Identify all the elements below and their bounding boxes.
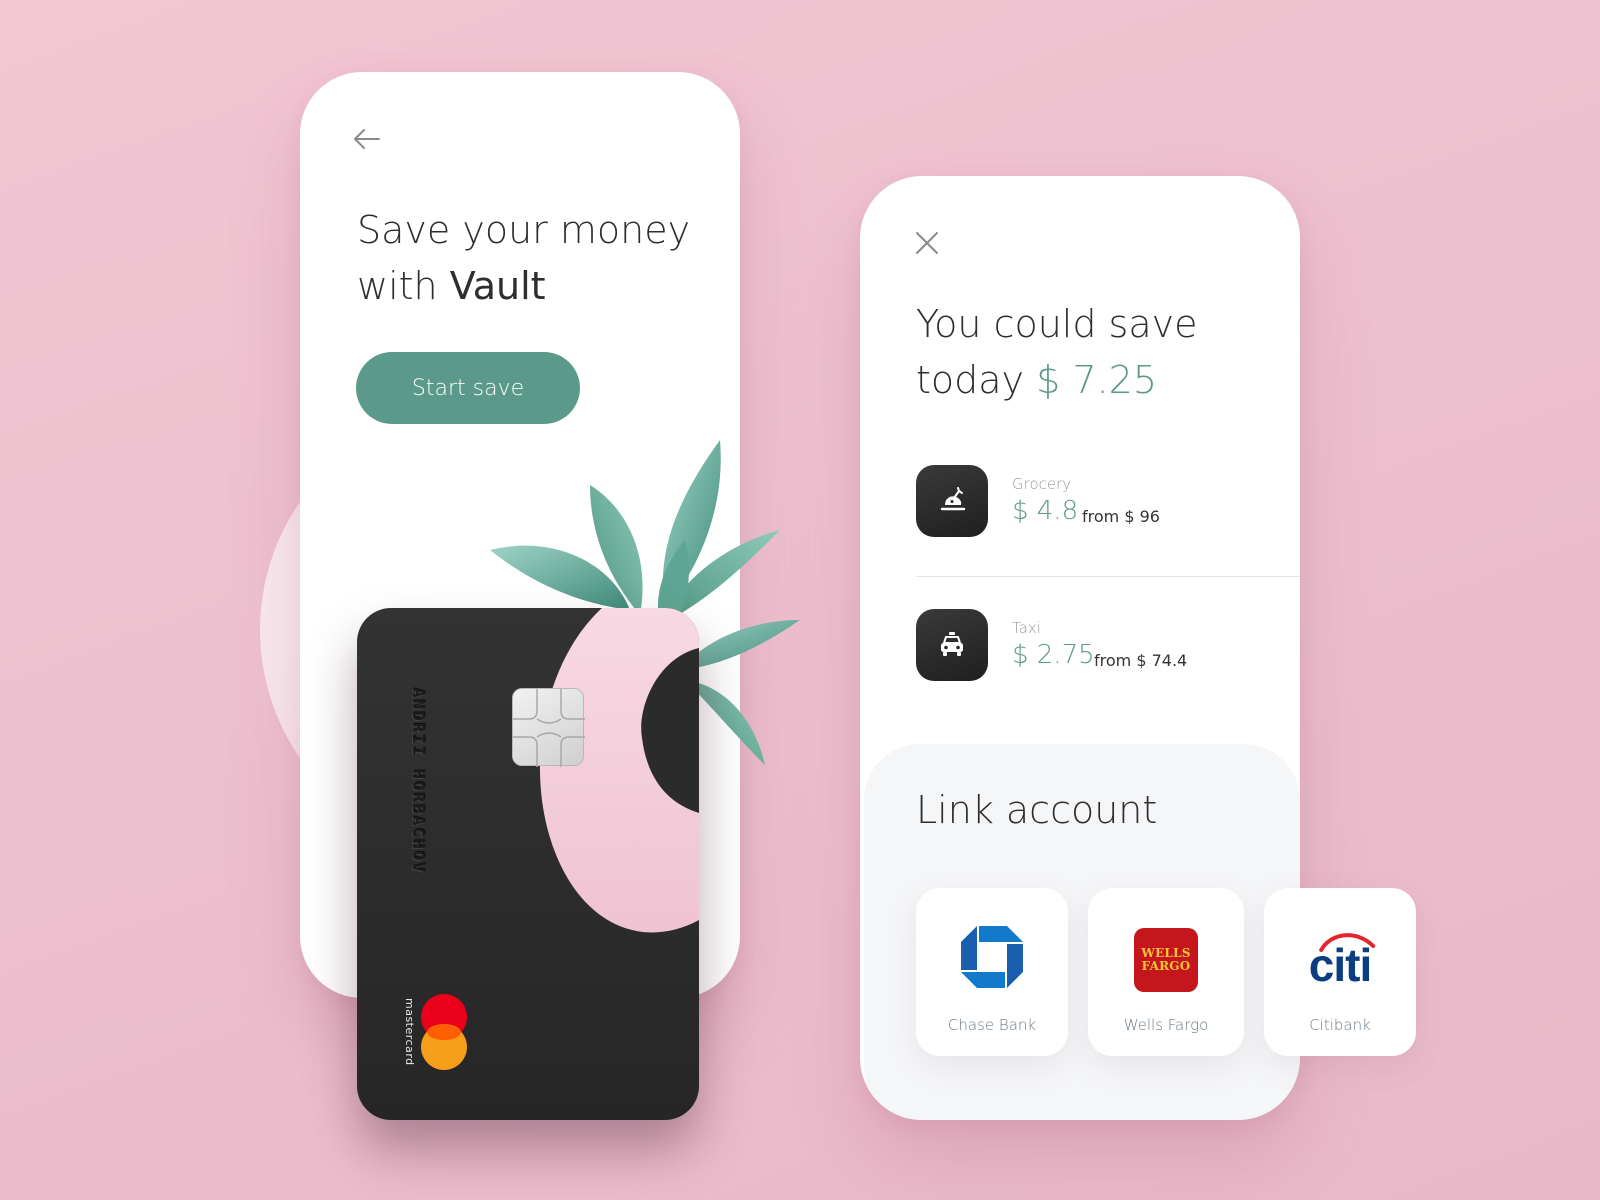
savings-category: Grocery [1012, 475, 1072, 493]
title-line-2-prefix: with [357, 264, 450, 308]
savings-amount: $ 4.8 [1012, 496, 1079, 526]
link-account-title: Link account [916, 788, 1158, 832]
savings-source-amount: from $ 74.4 [1094, 651, 1188, 670]
bank-option-wells-fargo[interactable]: WELLS FARGO Wells Fargo [1088, 888, 1244, 1056]
bank-option-chase[interactable]: Chase Bank [916, 888, 1068, 1056]
savings-title-line-2-prefix: today [916, 358, 1037, 402]
savings-title: You could save today $ 7.25 [916, 296, 1276, 408]
mastercard-logo-icon [421, 994, 467, 1070]
cardholder-name: ANDRII HORBACHOV [409, 688, 428, 875]
grocery-icon [916, 465, 988, 537]
wells-fargo-logo-icon: WELLS FARGO [1134, 928, 1198, 992]
bank-name: Chase Bank [947, 1016, 1037, 1034]
bank-name: Wells Fargo [1123, 1016, 1209, 1034]
back-arrow-icon[interactable] [352, 124, 382, 154]
wells-fargo-logo-line-2: FARGO [1141, 959, 1191, 973]
close-icon[interactable] [914, 230, 940, 256]
bank-option-citibank[interactable]: citi Citibank [1264, 888, 1416, 1056]
title-line-1: Save your money [357, 208, 691, 252]
card-chip [512, 688, 585, 767]
savings-category: Taxi [1012, 619, 1041, 637]
savings-source-amount: from $ 96 [1082, 507, 1160, 526]
savings-item-taxi[interactable]: Taxi $ 2.75 from $ 74.4 [916, 609, 1300, 681]
row-divider [916, 576, 1300, 577]
savings-item-grocery[interactable]: Grocery $ 4.8 from $ 96 [916, 465, 1300, 537]
start-save-button[interactable]: Start save [356, 352, 580, 424]
taxi-icon [916, 609, 988, 681]
citi-wordmark: citi [1308, 939, 1372, 991]
brand-name: Vault [449, 264, 546, 308]
savings-amount: $ 2.75 [1012, 640, 1095, 670]
bank-name: Citibank [1309, 1016, 1371, 1034]
credit-card[interactable]: ANDRII HORBACHOV mastercard [357, 608, 699, 1120]
total-save-amount: $ 7.25 [1036, 358, 1157, 402]
chase-logo-icon [961, 926, 1023, 988]
savings-title-line-1: You could save [916, 302, 1198, 346]
page-title: Save your money with Vault [357, 202, 717, 314]
card-network-label: mastercard [403, 998, 416, 1066]
